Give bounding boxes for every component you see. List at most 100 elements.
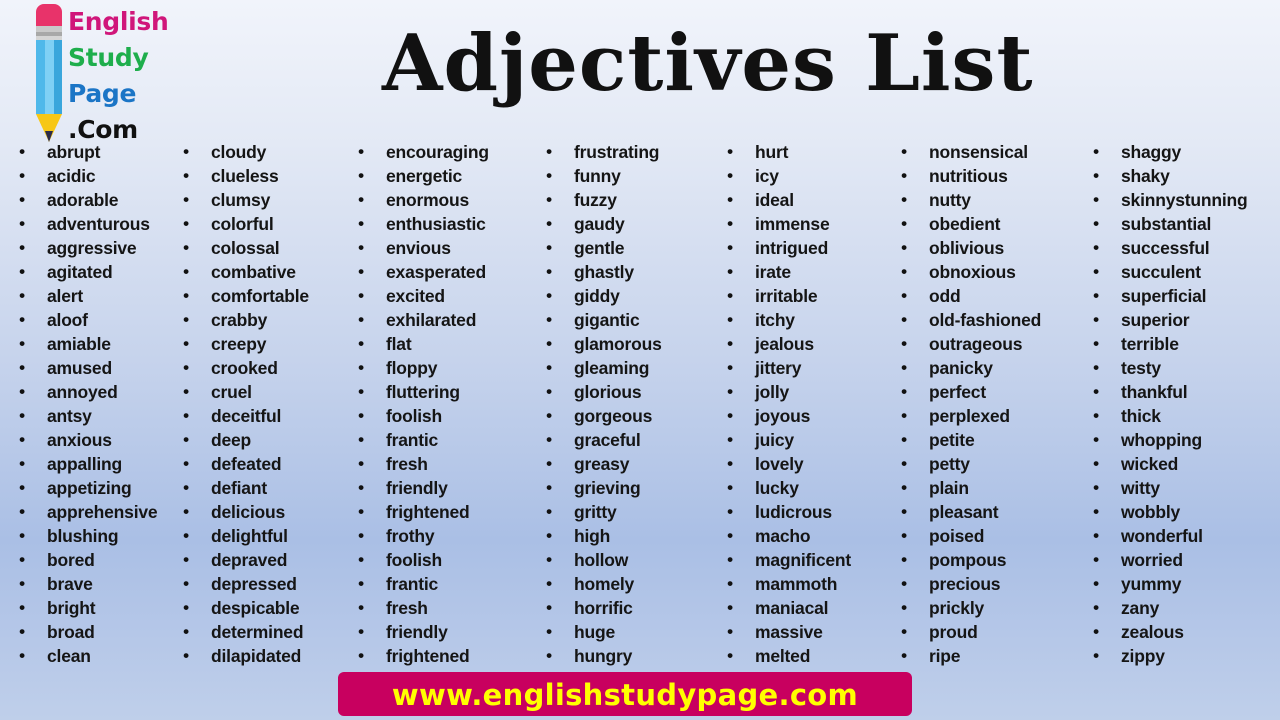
adjective-list-item: • lucky: [727, 476, 851, 500]
adjective-list-item: • abrupt: [19, 140, 157, 164]
adjective-list-item: • aggressive: [19, 236, 157, 260]
adjective-word: foolish: [386, 550, 442, 570]
adjective-list-item: • creepy: [183, 332, 309, 356]
adjective-list-item: • zippy: [1093, 644, 1248, 668]
adjective-list-item: • macho: [727, 524, 851, 548]
adjective-list-item: • giddy: [546, 284, 662, 308]
adjective-word: fresh: [386, 598, 428, 618]
bullet-icon: •: [1093, 334, 1099, 353]
adjective-list-item: • frightened: [358, 500, 489, 524]
adjective-word: ludicrous: [755, 502, 832, 522]
adjective-list-item: • gaudy: [546, 212, 662, 236]
adjective-list-item: • itchy: [727, 308, 851, 332]
adjective-word: succulent: [1121, 262, 1201, 282]
adjective-word: flat: [386, 334, 412, 354]
bullet-icon: •: [901, 430, 907, 449]
adjective-list-item: • aloof: [19, 308, 157, 332]
adjective-list-item: • gleaming: [546, 356, 662, 380]
adjective-word: nutritious: [929, 166, 1008, 186]
adjective-word: plain: [929, 478, 969, 498]
bullet-icon: •: [19, 190, 25, 209]
adjective-word: graceful: [574, 430, 641, 450]
adjective-word: glamorous: [574, 334, 662, 354]
bullet-icon: •: [1093, 622, 1099, 641]
adjective-word: superior: [1121, 310, 1190, 330]
adjective-word: envious: [386, 238, 451, 258]
adjective-list-item: • friendly: [358, 476, 489, 500]
adjective-word: witty: [1121, 478, 1160, 498]
bullet-icon: •: [19, 646, 25, 665]
bullet-icon: •: [183, 358, 189, 377]
adjective-word: lucky: [755, 478, 799, 498]
adjective-word: lovely: [755, 454, 804, 474]
bullet-icon: •: [358, 574, 364, 593]
adjective-list-item: • pleasant: [901, 500, 1041, 524]
bullet-icon: •: [1093, 502, 1099, 521]
adjective-list-item: • outrageous: [901, 332, 1041, 356]
website-url-banner[interactable]: www.englishstudypage.com: [338, 672, 912, 716]
adjective-list-item: • immense: [727, 212, 851, 236]
bullet-icon: •: [546, 142, 552, 161]
adjective-word: horrific: [574, 598, 633, 618]
adjective-list-item: • thankful: [1093, 380, 1248, 404]
adjective-word: obedient: [929, 214, 1001, 234]
adjective-word: irritable: [755, 286, 818, 306]
bullet-icon: •: [183, 574, 189, 593]
bullet-icon: •: [727, 238, 733, 257]
adjective-list-item: • icy: [727, 164, 851, 188]
bullet-icon: •: [183, 238, 189, 257]
adjective-list-item: • glamorous: [546, 332, 662, 356]
bullet-icon: •: [546, 598, 552, 617]
bullet-icon: •: [358, 286, 364, 305]
adjective-list-item: • adorable: [19, 188, 157, 212]
adjective-word: cruel: [211, 382, 252, 402]
adjective-list-item: • gorgeous: [546, 404, 662, 428]
adjective-list-item: • ghastly: [546, 260, 662, 284]
adjective-list-item: • whopping: [1093, 428, 1248, 452]
adjective-word: delightful: [211, 526, 288, 546]
adjective-word: magnificent: [755, 550, 852, 570]
adjective-word: panicky: [929, 358, 993, 378]
bullet-icon: •: [19, 598, 25, 617]
adjective-column-2: • cloudy • clueless • clumsy • colorful • colossa…: [183, 140, 309, 668]
bullet-icon: •: [358, 406, 364, 425]
adjective-word: ideal: [755, 190, 794, 210]
bullet-icon: •: [901, 454, 907, 473]
adjective-list-item: • determined: [183, 620, 309, 644]
site-logo[interactable]: English Study Page .Com: [30, 4, 180, 144]
adjective-word: amiable: [47, 334, 111, 354]
bullet-icon: •: [1093, 598, 1099, 617]
adjective-word: colorful: [211, 214, 274, 234]
adjective-list-item: • enthusiastic: [358, 212, 489, 236]
adjective-word: exhilarated: [386, 310, 477, 330]
adjective-list-item: • adventurous: [19, 212, 157, 236]
adjective-word: irate: [755, 262, 791, 282]
adjective-word: successful: [1121, 238, 1210, 258]
bullet-icon: •: [1093, 142, 1099, 161]
adjective-word: joyous: [755, 406, 811, 426]
adjective-word: outrageous: [929, 334, 1023, 354]
adjective-word: wicked: [1121, 454, 1179, 474]
adjective-word: glorious: [574, 382, 642, 402]
adjective-word: hungry: [574, 646, 633, 666]
adjective-list-item: • exasperated: [358, 260, 489, 284]
adjective-word: colossal: [211, 238, 280, 258]
bullet-icon: •: [19, 622, 25, 641]
adjective-word: floppy: [386, 358, 438, 378]
bullet-icon: •: [19, 262, 25, 281]
adjective-list-item: • obnoxious: [901, 260, 1041, 284]
adjective-list-item: • energetic: [358, 164, 489, 188]
adjective-word: bright: [47, 598, 96, 618]
adjective-word: defiant: [211, 478, 267, 498]
bullet-icon: •: [358, 382, 364, 401]
bullet-icon: •: [19, 574, 25, 593]
bullet-icon: •: [727, 526, 733, 545]
bullet-icon: •: [1093, 430, 1099, 449]
adjective-list-item: • wicked: [1093, 452, 1248, 476]
adjective-word: superficial: [1121, 286, 1207, 306]
bullet-icon: •: [358, 262, 364, 281]
adjective-list-item: • blushing: [19, 524, 157, 548]
bullet-icon: •: [727, 478, 733, 497]
adjective-list-item: • superior: [1093, 308, 1248, 332]
adjective-list-item: • witty: [1093, 476, 1248, 500]
